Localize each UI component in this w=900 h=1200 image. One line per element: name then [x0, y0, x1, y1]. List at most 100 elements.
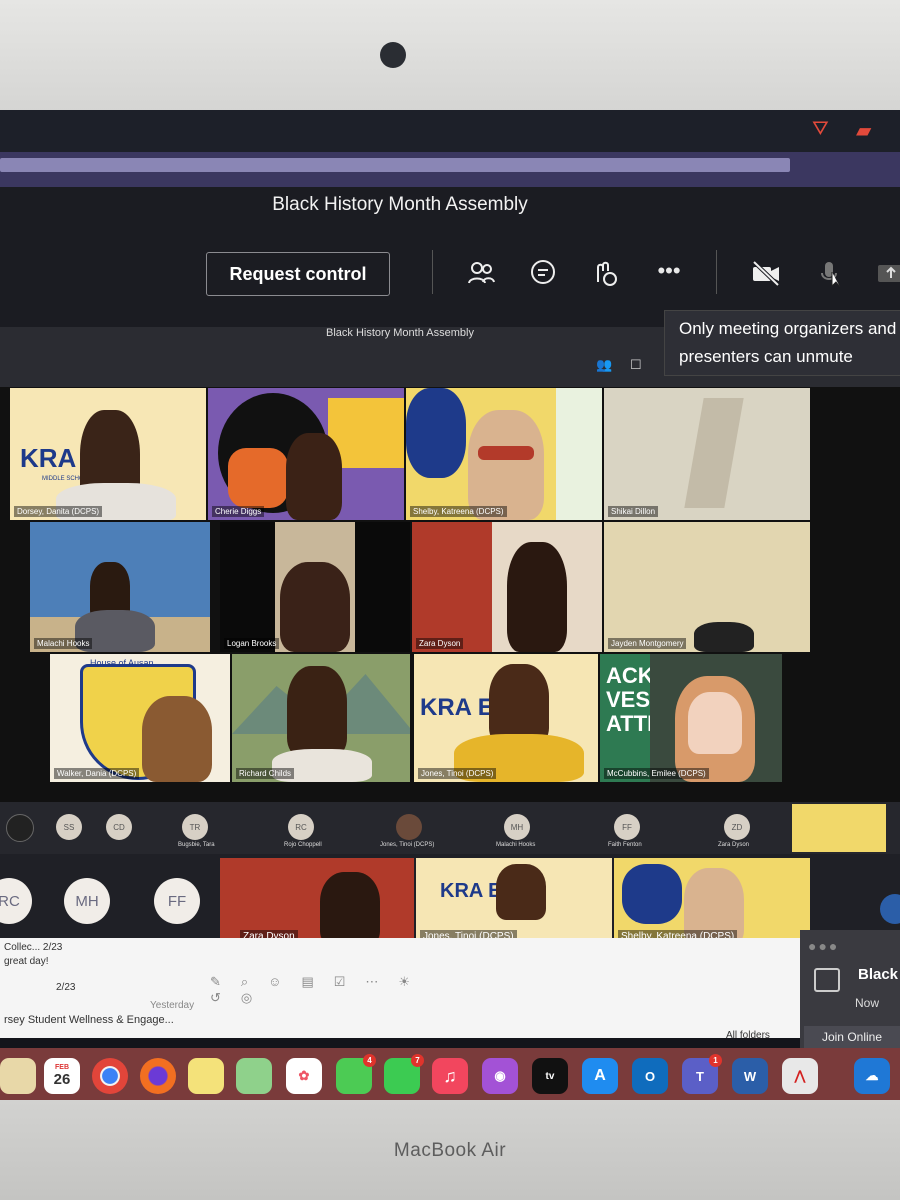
- mic-icon[interactable]: [814, 258, 844, 288]
- unmute-tooltip: Only meeting organizers and presenters c…: [664, 310, 900, 376]
- video-tile[interactable]: Shikai Dillon: [604, 388, 810, 520]
- participant-avatar[interactable]: MH: [504, 814, 530, 840]
- participant-avatar[interactable]: RC: [288, 814, 314, 840]
- participant-name: Cherie Diggs: [212, 506, 265, 517]
- participant-name: Shelby, Katreena (DCPS): [410, 506, 507, 517]
- video-tile[interactable]: Zara Dyson: [220, 858, 414, 946]
- calendar-icon: [814, 968, 840, 992]
- share-icon[interactable]: [876, 258, 900, 288]
- notification-title: Black: [858, 966, 899, 983]
- participant-avatar[interactable]: CD: [106, 814, 132, 840]
- participant-avatar[interactable]: [880, 894, 900, 924]
- video-tile[interactable]: Shelby, Katreena (DCPS): [406, 388, 602, 520]
- participant-label: Rojo Choppell: [284, 842, 322, 848]
- toolbar-divider: [716, 250, 717, 294]
- video-tile[interactable]: Richard Childs: [232, 654, 410, 782]
- video-tile[interactable]: Zara Dyson: [412, 522, 602, 652]
- participant-video: [320, 872, 380, 946]
- podcasts-icon[interactable]: ◉: [482, 1058, 518, 1094]
- video-tile[interactable]: KRA ER Jones, Tinoi (DCPS): [414, 654, 598, 782]
- house-title: House of Ausan: [90, 658, 154, 668]
- teams-video-strip: RC MH FF Zara Dyson KRA ER Jones, Tinoi …: [0, 854, 900, 949]
- participant-avatar[interactable]: [6, 814, 34, 842]
- messages-icon[interactable]: 4: [336, 1054, 376, 1094]
- participant-avatar[interactable]: FF: [614, 814, 640, 840]
- onedrive-icon[interactable]: ☁: [854, 1058, 890, 1094]
- adobe-icon[interactable]: ▰: [856, 118, 871, 143]
- video-tile[interactable]: Shelby, Katreena (DCPS): [614, 858, 810, 946]
- participant-name: Zara Dyson: [416, 638, 464, 649]
- participant-name: Malachi Hooks: [34, 638, 93, 649]
- music-icon[interactable]: ♫: [432, 1058, 468, 1094]
- notification-badge: 1: [709, 1054, 722, 1067]
- video-tile[interactable]: KRA ER Jones, Tinoi (DCPS): [416, 858, 612, 946]
- participant-video: [280, 562, 350, 652]
- laptop-bezel-top: [0, 0, 900, 118]
- mail-preview: great day!: [4, 956, 49, 967]
- teams-notification[interactable]: ●●● Black Now Join Online: [800, 930, 900, 1050]
- chat-icon[interactable]: ☐: [630, 357, 642, 373]
- participant-name: Jones, Tinoi (DCPS): [418, 768, 497, 779]
- participant-video: [287, 666, 347, 756]
- acrobat-icon[interactable]: ⋀: [782, 1058, 818, 1094]
- more-icon[interactable]: •••: [654, 258, 684, 288]
- firefox-icon[interactable]: [140, 1058, 176, 1094]
- participant-avatar[interactable]: MH: [64, 878, 110, 924]
- video-tile[interactable]: House of Ausan Walker, Dania (DCPS): [50, 654, 230, 782]
- outlook-icon[interactable]: O: [632, 1058, 668, 1094]
- participant-avatar[interactable]: TR: [182, 814, 208, 840]
- all-folders-link[interactable]: All folders: [726, 1030, 770, 1041]
- compose-toolbar[interactable]: ✎⌕☺▤☑⋯☀↺◎: [210, 974, 490, 1005]
- people-icon[interactable]: [466, 258, 496, 288]
- chrome-icon[interactable]: [92, 1058, 128, 1094]
- photos-icon[interactable]: ✿: [286, 1058, 322, 1094]
- participant-avatar[interactable]: SS: [56, 814, 82, 840]
- participant-avatar[interactable]: FF: [154, 878, 200, 924]
- video-tile[interactable]: ACK VES ATTER McCubbins, Emilee (DCPS): [600, 654, 782, 782]
- participant-video: [688, 692, 742, 754]
- app-status-icon[interactable]: ⛛: [812, 118, 829, 141]
- participant-avatar[interactable]: ZD: [724, 814, 750, 840]
- video-tile[interactable]: Cherie Diggs: [208, 388, 404, 520]
- request-control-button[interactable]: Request control: [206, 252, 390, 296]
- participant-strip: SS CD TR Bugsbie, Tara RC Rojo Choppell …: [0, 802, 900, 854]
- participants-icon[interactable]: 👥: [596, 357, 612, 373]
- window-controls[interactable]: ●●●: [808, 938, 839, 954]
- chat-icon[interactable]: [528, 258, 558, 288]
- participant-avatar[interactable]: [396, 814, 422, 840]
- webcam: [380, 42, 406, 68]
- participant-name: Walker, Dania (DCPS): [54, 768, 140, 779]
- toolbar-divider: [432, 250, 433, 294]
- maps-icon[interactable]: [236, 1058, 272, 1094]
- word-icon[interactable]: W: [732, 1058, 768, 1094]
- participant-label: Jones, Tinoi (DCPS): [380, 842, 435, 848]
- mascot-art: [622, 864, 682, 924]
- camera-off-icon[interactable]: [750, 258, 780, 288]
- finder-icon[interactable]: [0, 1058, 36, 1094]
- tv-icon[interactable]: tv: [532, 1058, 568, 1094]
- mail-folder[interactable]: rsey Student Wellness & Engage...: [4, 1014, 174, 1026]
- room-background: [684, 398, 744, 508]
- teams-icon[interactable]: T 1: [682, 1054, 722, 1094]
- video-thumbnail[interactable]: [792, 804, 886, 852]
- video-tile[interactable]: Jayden Montgomery: [604, 522, 810, 652]
- reactions-icon[interactable]: [590, 258, 620, 288]
- participant-name: Dorsey, Danita (DCPS): [14, 506, 103, 517]
- facetime-icon[interactable]: 7: [384, 1054, 424, 1094]
- participant-label: Malachi Hooks: [496, 842, 536, 848]
- participant-video: [694, 622, 754, 652]
- app-store-icon[interactable]: A: [582, 1058, 618, 1094]
- participant-avatar[interactable]: RC: [0, 878, 32, 924]
- outlook-window: Collec... 2/23 great day! 2/23 ✎⌕☺▤☑⋯☀↺◎…: [0, 938, 800, 1041]
- mac-dock: FEB 26 ✿ 4 7 ♫ ◉ tv A O T 1 W ⋀ ☁: [0, 1048, 900, 1100]
- notes-icon[interactable]: [188, 1058, 224, 1094]
- calendar-icon[interactable]: FEB 26: [44, 1058, 80, 1094]
- video-tile[interactable]: Logan Brooks: [220, 522, 410, 652]
- video-tile[interactable]: Malachi Hooks: [30, 522, 210, 652]
- participant-video: [142, 696, 212, 782]
- participant-name: Richard Childs: [236, 768, 295, 779]
- join-online-button[interactable]: Join Online: [804, 1026, 900, 1048]
- video-tile[interactable]: KRA ER MIDDLE SCHOOL Dorsey, Danita (DCP…: [10, 388, 206, 520]
- participant-video: [489, 664, 549, 744]
- background-art: [556, 388, 602, 520]
